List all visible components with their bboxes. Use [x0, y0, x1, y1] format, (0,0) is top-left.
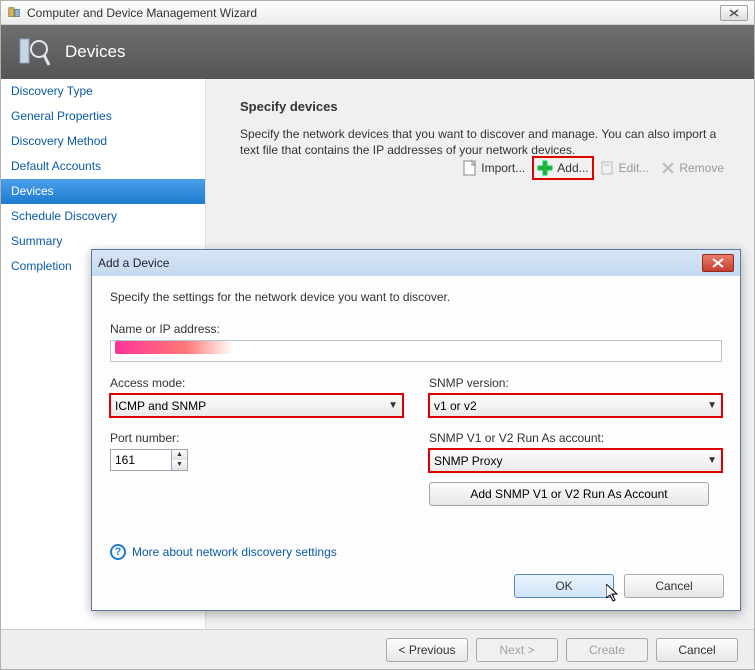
- port-label: Port number:: [110, 431, 403, 445]
- name-label: Name or IP address:: [110, 322, 722, 336]
- combo-value: SNMP Proxy: [434, 454, 502, 468]
- col-snmpver: SNMP version: v1 or v2 ▼: [429, 376, 722, 417]
- wizard-footer: < Previous Next > Create Cancel: [1, 629, 754, 669]
- add-button[interactable]: Add...: [533, 157, 592, 179]
- close-icon: [729, 9, 739, 17]
- btn-label: Next >: [499, 643, 534, 657]
- snmp-version-combo[interactable]: v1 or v2 ▼: [429, 394, 722, 417]
- help-label: More about network discovery settings: [132, 545, 337, 559]
- window-close-button[interactable]: [720, 5, 748, 21]
- sidebar-item-label: Summary: [11, 234, 62, 248]
- sidebar-item-label: Discovery Method: [11, 134, 107, 148]
- port-box: ▲ ▼: [110, 449, 403, 471]
- sidebar-item-label: Devices: [11, 184, 54, 198]
- dialog-body: Specify the settings for the network dev…: [92, 276, 740, 610]
- snmp-version-label: SNMP version:: [429, 376, 722, 390]
- previous-button[interactable]: < Previous: [386, 638, 468, 662]
- add-runas-account-button[interactable]: Add SNMP V1 or V2 Run As Account: [429, 482, 709, 506]
- name-input[interactable]: [110, 340, 722, 362]
- sidebar-item-label: Default Accounts: [11, 159, 101, 173]
- sidebar-item-discovery-method[interactable]: Discovery Method: [1, 129, 205, 154]
- import-button[interactable]: Import...: [459, 157, 529, 179]
- ok-button[interactable]: OK: [514, 574, 614, 598]
- help-link[interactable]: ? More about network discovery settings: [110, 544, 337, 560]
- btn-label: Create: [589, 643, 625, 657]
- btn-label: OK: [555, 579, 572, 593]
- content-heading: Specify devices: [240, 99, 728, 114]
- close-icon: [712, 258, 724, 268]
- tool-label: Remove: [679, 161, 724, 175]
- remove-button: Remove: [657, 157, 728, 179]
- dialog-intro: Specify the settings for the network dev…: [110, 290, 722, 304]
- redacted-value: [115, 341, 233, 354]
- port-spinner[interactable]: ▲ ▼: [172, 449, 188, 471]
- add-device-dialog: Add a Device Specify the settings for th…: [91, 249, 741, 611]
- col-runas: SNMP V1 or V2 Run As account: SNMP Proxy…: [429, 431, 722, 506]
- sidebar-item-label: Completion: [11, 259, 72, 273]
- edit-button: Edit...: [597, 157, 654, 179]
- chevron-down-icon: ▼: [707, 400, 717, 411]
- spin-down-icon[interactable]: ▼: [172, 460, 187, 470]
- col-port: Port number: ▲ ▼: [110, 431, 403, 506]
- dialog-title-bar: Add a Device: [92, 250, 740, 276]
- plus-icon: [537, 160, 553, 176]
- runas-label: SNMP V1 or V2 Run As account:: [429, 431, 722, 445]
- spin-up-icon[interactable]: ▲: [172, 450, 187, 460]
- access-mode-label: Access mode:: [110, 376, 403, 390]
- tool-label: Edit...: [619, 161, 650, 175]
- sidebar-item-devices[interactable]: Devices: [1, 179, 205, 204]
- sidebar-item-label: Schedule Discovery: [11, 209, 117, 223]
- banner-icon: [17, 35, 51, 69]
- sidebar-item-label: Discovery Type: [11, 84, 93, 98]
- window-title-bar: Computer and Device Management Wizard: [1, 1, 754, 25]
- runas-combo[interactable]: SNMP Proxy ▼: [429, 449, 722, 472]
- row-port-runas: Port number: ▲ ▼ SNMP V1 or V2 Run As ac…: [110, 431, 722, 506]
- dialog-title: Add a Device: [98, 256, 702, 270]
- btn-label: Cancel: [678, 643, 715, 657]
- btn-label: < Previous: [398, 643, 455, 657]
- btn-label: Add SNMP V1 or V2 Run As Account: [470, 487, 667, 501]
- window-title: Computer and Device Management Wizard: [27, 6, 720, 20]
- chevron-down-icon: ▼: [707, 455, 717, 466]
- chevron-down-icon: ▼: [388, 400, 398, 411]
- btn-label: Cancel: [655, 579, 692, 593]
- app-icon: [7, 6, 21, 20]
- help-icon: ?: [110, 544, 126, 560]
- sidebar-item-label: General Properties: [11, 109, 112, 123]
- dialog-footer: OK Cancel: [514, 574, 724, 598]
- edit-icon: [601, 161, 615, 175]
- sidebar-item-schedule-discovery[interactable]: Schedule Discovery: [1, 204, 205, 229]
- dialog-cancel-button[interactable]: Cancel: [624, 574, 724, 598]
- create-button: Create: [566, 638, 648, 662]
- wizard-window: Computer and Device Management Wizard De…: [0, 0, 755, 670]
- sidebar-item-discovery-type[interactable]: Discovery Type: [1, 79, 205, 104]
- sidebar-item-default-accounts[interactable]: Default Accounts: [1, 154, 205, 179]
- row-access-snmp: Access mode: ICMP and SNMP ▼ SNMP versio…: [110, 376, 722, 417]
- next-button: Next >: [476, 638, 558, 662]
- cancel-button[interactable]: Cancel: [656, 638, 738, 662]
- combo-value: v1 or v2: [434, 399, 477, 413]
- banner-title: Devices: [65, 42, 125, 62]
- device-toolbar: Import... Add... Edit... Remove: [459, 157, 728, 179]
- wizard-banner: Devices: [1, 25, 754, 79]
- access-mode-combo[interactable]: ICMP and SNMP ▼: [110, 394, 403, 417]
- col-access: Access mode: ICMP and SNMP ▼: [110, 376, 403, 417]
- tool-label: Import...: [481, 161, 525, 175]
- sidebar-item-general-properties[interactable]: General Properties: [1, 104, 205, 129]
- tool-label: Add...: [557, 161, 588, 175]
- port-input[interactable]: [110, 449, 172, 471]
- dialog-close-button[interactable]: [702, 254, 734, 272]
- combo-value: ICMP and SNMP: [115, 399, 206, 413]
- content-description: Specify the network devices that you wan…: [240, 126, 720, 158]
- remove-icon: [661, 161, 675, 175]
- import-icon: [463, 160, 477, 176]
